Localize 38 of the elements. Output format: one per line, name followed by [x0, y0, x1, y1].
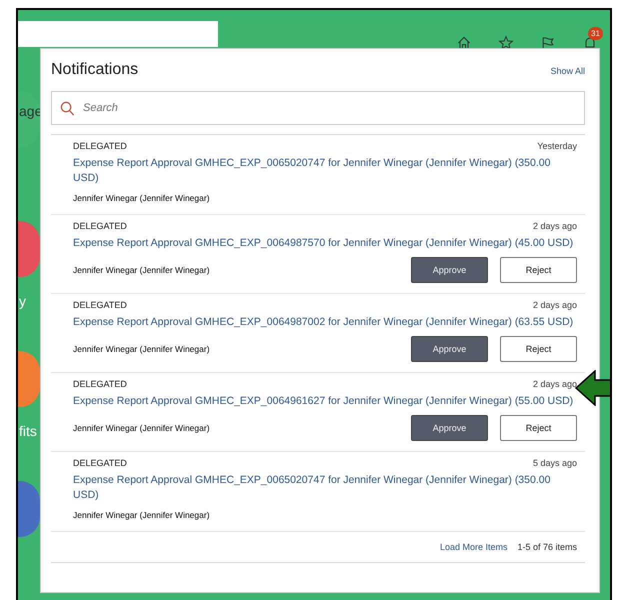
tile-label: y: [19, 293, 26, 309]
home-icon[interactable]: [456, 35, 472, 51]
status-label: DELEGATED: [73, 458, 127, 468]
star-icon[interactable]: [498, 35, 514, 51]
search-field[interactable]: Search: [51, 91, 585, 125]
timestamp: Yesterday: [537, 141, 577, 151]
notification-badge: 31: [588, 27, 603, 40]
approve-button[interactable]: Approve: [411, 257, 488, 283]
notification-link[interactable]: Expense Report Approval GMHEC_EXP_0064961627 for Jennifer Winegar (Jennifer Winegar) (55.00 USD): [73, 394, 577, 409]
status-label: DELEGATED: [73, 221, 127, 231]
approve-button[interactable]: Approve: [411, 336, 488, 362]
search-icon: [60, 100, 75, 116]
sender-name: Jennifer Winegar (Jennifer Winegar): [73, 344, 210, 354]
sender-name: Jennifer Winegar (Jennifer Winegar): [73, 423, 210, 433]
reject-button[interactable]: Reject: [500, 257, 577, 283]
timestamp: 2 days ago: [532, 379, 577, 389]
reject-button[interactable]: Reject: [500, 336, 577, 362]
item-count: 1-5 of 76 items: [517, 542, 577, 552]
notification-link[interactable]: Expense Report Approval GMHEC_EXP_0065020747 for Jennifer Winegar (Jennifer Winegar) (350.00 USD): [73, 473, 577, 503]
timestamp: 5 days ago: [532, 458, 577, 468]
status-label: DELEGATED: [73, 300, 127, 310]
load-more-link[interactable]: Load More Items: [440, 542, 508, 552]
sender-name: Jennifer Winegar (Jennifer Winegar): [73, 193, 210, 203]
notification-link[interactable]: Expense Report Approval GMHEC_EXP_0065020747 for Jennifer Winegar (Jennifer Winegar) (350.00 USD): [73, 156, 577, 186]
panel-title: Notifications: [51, 61, 138, 79]
tile-label: fits: [19, 423, 37, 439]
sender-name: Jennifer Winegar (Jennifer Winegar): [73, 510, 210, 520]
approve-button[interactable]: Approve: [411, 415, 488, 441]
notification-link[interactable]: Expense Report Approval GMHEC_EXP_0064987570 for Jennifer Winegar (Jennifer Winegar) (45.00 USD): [73, 236, 577, 251]
flag-icon[interactable]: [540, 35, 556, 51]
timestamp: 2 days ago: [532, 221, 577, 231]
status-label: DELEGATED: [73, 141, 127, 151]
reject-button[interactable]: Reject: [500, 415, 577, 441]
timestamp: 2 days ago: [532, 300, 577, 310]
notification-link[interactable]: Expense Report Approval GMHEC_EXP_0064987002 for Jennifer Winegar (Jennifer Winegar) (63.55 USD): [73, 315, 577, 330]
status-label: DELEGATED: [73, 379, 127, 389]
show-all-link[interactable]: Show All: [550, 66, 585, 76]
sender-name: Jennifer Winegar (Jennifer Winegar): [73, 265, 210, 275]
